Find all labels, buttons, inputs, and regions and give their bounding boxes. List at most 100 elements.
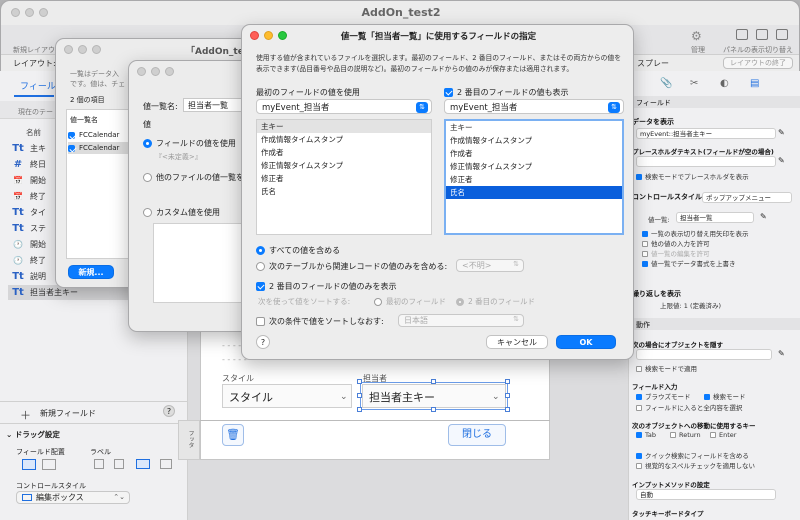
pencil-icon[interactable]: ✎ (778, 349, 785, 358)
sort-second-option[interactable]: 2 番目のフィールド (456, 296, 535, 307)
pencil-icon[interactable]: ✎ (760, 212, 767, 221)
show-second-only-option[interactable]: 2 番目のフィールドの値のみを表示 (256, 281, 396, 292)
horizontal-placement-icon[interactable] (42, 459, 56, 470)
include-all-option[interactable]: すべての値を含める (256, 245, 340, 256)
new-value-list-button[interactable]: 新規... (68, 265, 114, 279)
resize-handle[interactable] (431, 407, 436, 412)
resize-handle[interactable] (431, 379, 436, 384)
field-section-heading[interactable]: フィールド (636, 98, 671, 108)
vertical-placement-icon[interactable] (22, 459, 36, 470)
label-right-icon[interactable] (160, 459, 172, 469)
list-item[interactable]: # 終日 (12, 157, 46, 172)
person-field[interactable]: 担当者主キー (362, 384, 506, 408)
list-item[interactable]: Tt ステ (12, 221, 46, 236)
help-button[interactable]: ? (256, 335, 270, 349)
list-item[interactable]: Tt タイ (12, 205, 46, 220)
plus-icon[interactable]: ＋ (20, 407, 31, 423)
name-column-header[interactable]: 名前 (26, 127, 41, 138)
zoom-dot[interactable] (92, 45, 101, 54)
list-item[interactable]: 主キー (446, 121, 622, 134)
first-table-select[interactable]: myEvent_担当者 ⇅ (256, 99, 432, 114)
drag-settings-heading[interactable]: ⌄ ドラッグ設定 (6, 429, 60, 440)
list-item[interactable]: 修正者 (446, 173, 622, 186)
second-table-select[interactable]: myEvent_担当者 ⇅ (444, 99, 624, 114)
cancel-button[interactable]: キャンセル (486, 335, 548, 349)
resort-option[interactable]: 次の条件で値をソートしなおす: (256, 316, 384, 327)
style-field-label[interactable]: スタイル (222, 373, 254, 384)
label-left-icon[interactable] (136, 459, 150, 469)
action-section-heading[interactable]: 動作 (636, 320, 650, 330)
list-item[interactable]: 作成者 (257, 146, 431, 159)
list-item[interactable]: 🕐 終了 (12, 253, 46, 268)
resize-handle[interactable] (505, 393, 510, 398)
panel-left-icon[interactable] (736, 29, 748, 40)
list-item[interactable]: 作成情報タイムスタンプ (446, 134, 622, 147)
control-style-select[interactable]: ポップアップメニュー (702, 192, 792, 203)
placeholder-input[interactable] (636, 156, 776, 167)
appearance-tab-icon[interactable]: ◐ (720, 78, 729, 89)
exit-layout-button[interactable]: レイアウトの終了 (723, 57, 793, 69)
pencil-icon[interactable]: ✎ (778, 156, 785, 165)
quick-find-option[interactable]: クイック検索にフィールドを含める (636, 450, 749, 460)
style-field[interactable]: スタイル (222, 384, 352, 408)
list-item[interactable]: 🕐 開始 (12, 237, 46, 252)
minimize-dot[interactable] (78, 45, 87, 54)
position-tab-icon[interactable]: 📎 (660, 78, 672, 89)
enter-key-option[interactable]: Enter (710, 431, 736, 439)
search-mode-option[interactable]: 検索モード (704, 391, 746, 401)
show-second-field-option[interactable]: 2 番目のフィールドの値も表示 (444, 87, 568, 98)
list-item-selected[interactable]: 氏名 (446, 186, 622, 199)
placeholder-find-option[interactable]: 検索モードでプレースホルダを表示 (636, 171, 749, 181)
custom-values-option[interactable]: カスタム値を使用 (143, 207, 220, 218)
resize-handle[interactable] (505, 379, 510, 384)
panel-right-icon[interactable] (776, 29, 788, 40)
resize-handle[interactable] (505, 407, 510, 412)
minimize-dot[interactable] (151, 67, 160, 76)
related-table-select[interactable]: <不明> ⇅ (456, 259, 524, 272)
list-item[interactable]: 修正情報タイムスタンプ (446, 160, 622, 173)
list-item[interactable]: Tt 説明 (12, 269, 46, 284)
option-override-format[interactable]: 値一覧でデータ書式を上書き (642, 258, 736, 268)
new-field-button[interactable]: 新規フィールド (40, 408, 96, 419)
list-item[interactable]: 主キー (257, 120, 431, 133)
value-list-select[interactable]: 担当者一覧 (676, 212, 754, 223)
trash-button[interactable]: 🗑 (222, 424, 244, 446)
other-file-option[interactable]: 他のファイルの値一覧を (143, 172, 244, 183)
browse-mode-option[interactable]: ブラウズモード (636, 391, 691, 401)
list-item[interactable]: 📅 終了 (12, 189, 46, 204)
input-method-select[interactable]: 自動 (636, 489, 776, 500)
first-field-list[interactable]: 主キー 作成情報タイムスタンプ 作成者 修正情報タイムスタンプ 修正者 氏名 (256, 119, 432, 235)
option-show-arrow[interactable]: 一覧の表示切り替え用矢印を表示 (642, 228, 749, 238)
styles-tab-icon[interactable]: ✂ (690, 78, 698, 89)
list-item[interactable]: 📅 開始 (12, 173, 46, 188)
resize-handle[interactable] (357, 393, 362, 398)
list-item[interactable]: 作成者 (446, 147, 622, 160)
close-button[interactable]: 閉じる (448, 424, 506, 446)
list-item[interactable]: 修正情報タイムスタンプ (257, 159, 431, 172)
include-related-option[interactable]: 次のテーブルから関連レコードの値のみを含める: (256, 261, 447, 272)
language-select[interactable]: 日本語 ⇅ (398, 314, 524, 327)
sort-first-option[interactable]: 最初のフィールド (374, 296, 446, 307)
option-allow-other[interactable]: 他の値の入力を許可 (642, 238, 710, 248)
select-all-option[interactable]: フィールドに入ると全内容を選択 (636, 402, 742, 412)
gear-icon[interactable]: ⚙ (691, 29, 702, 43)
close-dot[interactable] (137, 67, 146, 76)
help-button[interactable]: ? (163, 405, 175, 417)
spellcheck-option[interactable]: 視覚的なスペルチェックを適用しない (636, 460, 755, 470)
current-table-label[interactable]: 現在のテー (18, 107, 53, 117)
control-style-select[interactable]: 編集ボックス ⌃⌄ (16, 491, 130, 504)
table-row[interactable]: FCCalendar (68, 129, 132, 141)
data-tab-icon[interactable]: ▤ (750, 78, 759, 89)
close-dot[interactable] (64, 45, 73, 54)
toolbar-new-layout[interactable]: 新規レイアウ (13, 45, 55, 55)
resize-handle[interactable] (357, 407, 362, 412)
ok-button[interactable]: OK (556, 335, 616, 349)
label-none-icon[interactable] (94, 459, 104, 469)
list-item[interactable]: 氏名 (257, 185, 431, 198)
list-item[interactable]: 修正者 (257, 172, 431, 185)
use-field-values-option[interactable]: フィールドの値を使用 (143, 138, 236, 149)
repeat-value[interactable]: 上限値: 1 (定義済み) (660, 300, 721, 310)
panel-center-icon[interactable] (756, 29, 768, 40)
hide-condition-input[interactable] (636, 349, 772, 360)
data-display-value[interactable]: myEvent::担当者主キー (636, 128, 776, 139)
